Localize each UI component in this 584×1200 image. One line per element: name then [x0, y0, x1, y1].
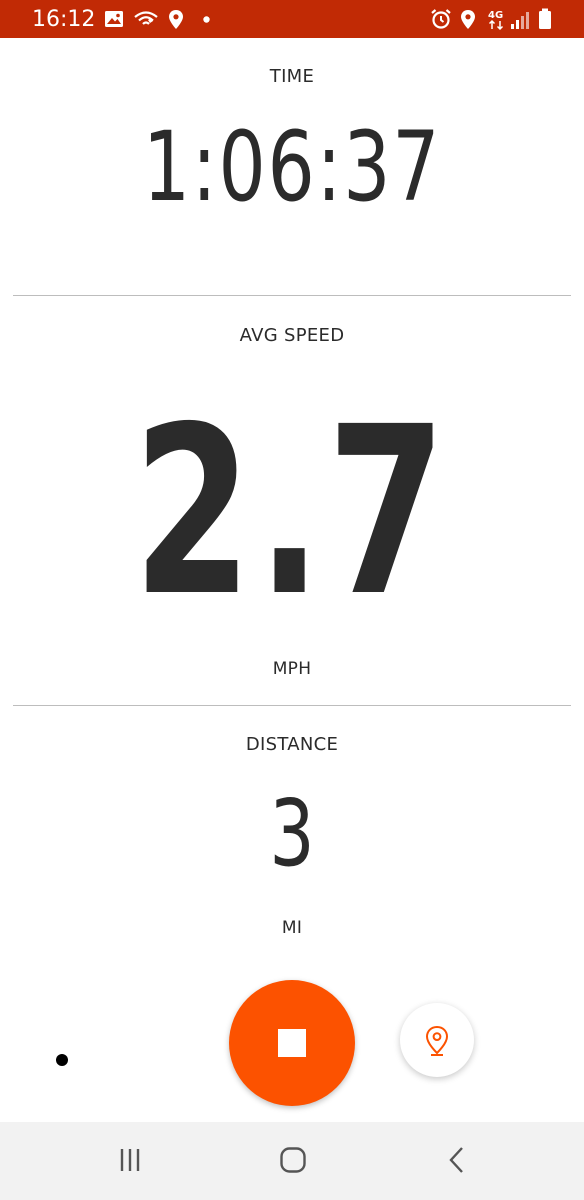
alarm-icon [430, 8, 452, 30]
avg-speed-value: 2.7 [133, 377, 451, 647]
back-button[interactable] [437, 1146, 477, 1178]
avg-speed-label: AVG SPEED [239, 325, 345, 346]
home-icon [280, 1147, 306, 1173]
navigation-bar [0, 1122, 584, 1200]
distance-unit: MI [281, 918, 303, 938]
time-value: 1:06:37 [142, 111, 442, 223]
avg-speed-unit: MPH [272, 659, 312, 679]
route-button[interactable] [400, 1003, 474, 1077]
wifi-calling-icon [133, 9, 159, 29]
battery-icon [538, 8, 552, 30]
divider [13, 705, 571, 706]
home-button[interactable] [273, 1146, 313, 1178]
stop-icon [278, 1029, 306, 1057]
distance-label: DISTANCE [245, 734, 339, 755]
back-icon [449, 1147, 463, 1173]
gps-status-dot [56, 1054, 68, 1066]
location-icon [168, 9, 184, 30]
time-label: TIME [269, 66, 315, 87]
stop-button[interactable] [229, 980, 355, 1106]
map-pin-icon [425, 1025, 449, 1056]
recording-screen: 16:12 4G TIME 1:06:37 AVG SPEED 2.7 MPH … [0, 0, 584, 1200]
divider [13, 295, 571, 296]
status-bar: 16:12 4G [0, 0, 584, 38]
distance-value: 3 [269, 780, 315, 887]
recent-apps-icon [120, 1149, 140, 1171]
location-icon [460, 9, 476, 30]
dot-icon [203, 16, 210, 23]
status-time: 16:12 [32, 7, 96, 32]
recent-apps-button[interactable] [110, 1146, 150, 1178]
signal-icon [510, 10, 530, 30]
image-icon [104, 10, 124, 28]
network-4g-icon: 4G [487, 8, 507, 32]
network-label: 4G [488, 10, 503, 21]
